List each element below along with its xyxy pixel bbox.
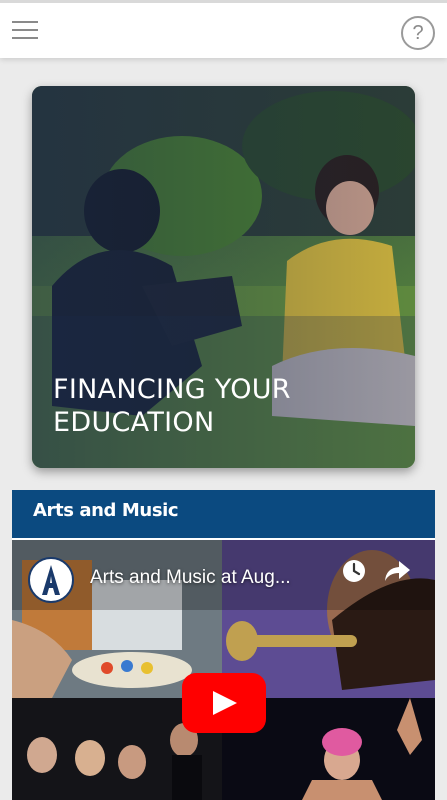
youtube-video-embed[interactable]: Arts and Music at Aug... bbox=[12, 540, 435, 800]
section-header: Arts and Music bbox=[12, 490, 435, 538]
top-bar: ? bbox=[0, 0, 447, 58]
section-title: Arts and Music bbox=[33, 500, 179, 521]
channel-logo-icon bbox=[42, 565, 60, 595]
hamburger-menu-icon[interactable] bbox=[12, 21, 38, 41]
hero-title-line-2: EDUCATION bbox=[53, 407, 215, 438]
watch-later-clock-icon[interactable] bbox=[341, 558, 367, 584]
financing-education-card[interactable]: FINANCING YOUR EDUCATION bbox=[32, 86, 415, 468]
share-arrow-icon[interactable] bbox=[383, 558, 411, 584]
hero-title: FINANCING YOUR EDUCATION bbox=[53, 373, 373, 439]
help-button[interactable]: ? bbox=[401, 16, 435, 50]
arts-and-music-section: Arts and Music Arts and Music at Aug... bbox=[12, 490, 435, 800]
youtube-play-button[interactable] bbox=[182, 673, 266, 733]
play-icon bbox=[213, 691, 237, 715]
hero-title-line-1: FINANCING YOUR bbox=[53, 374, 291, 405]
video-title[interactable]: Arts and Music at Aug... bbox=[90, 567, 330, 589]
channel-logo[interactable] bbox=[28, 557, 74, 603]
